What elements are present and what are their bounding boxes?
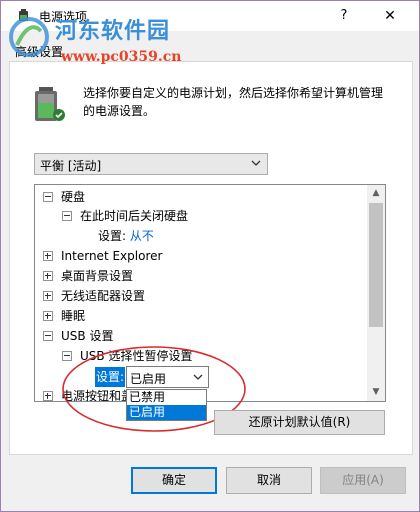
tree-item-label: USB 设置 [61,329,114,343]
cancel-button[interactable]: 取消 [226,467,312,494]
settings-tree[interactable]: 硬盘 在此时间后关闭硬盘 设置: 从不 Internet Explorer 桌面… [34,184,386,402]
tree-item-wireless-adapter[interactable]: 无线适配器设置 [43,286,145,306]
help-button[interactable]: ? [332,6,356,26]
power-plan-select[interactable]: 平衡 [活动] [34,153,268,175]
scroll-down-icon[interactable]: ▼ [367,384,385,401]
restore-defaults-button[interactable]: 还原计划默认值(R) [214,410,385,435]
dropdown-option-enabled[interactable]: 已启用 [127,405,206,420]
setting-label: 设置: [98,229,127,243]
expand-icon[interactable] [43,390,53,401]
tree-item-label: Internet Explorer [61,249,163,263]
setting-value-link[interactable]: 从不 [130,229,154,243]
collapse-icon[interactable] [62,210,72,221]
power-options-icon [19,9,28,21]
usb-setting-dropdown: 已禁用 已启用 [126,389,207,421]
tree-item-turn-off-disk[interactable]: 在此时间后关闭硬盘 [62,206,188,226]
tree-item-hard-disk[interactable]: 硬盘 [43,187,85,207]
chevron-down-icon [251,160,261,166]
tree-item-label: 硬盘 [61,190,86,204]
collapse-icon[interactable] [43,330,53,341]
battery-icon [35,87,65,121]
tree-item-label: 无线适配器设置 [61,289,146,303]
tree-item-internet-explorer[interactable]: Internet Explorer [43,246,162,266]
tree-item-usb-selective-suspend[interactable]: USB 选择性暂停设置 [62,346,192,366]
collapse-icon[interactable] [62,350,72,361]
tree-item-desktop-background[interactable]: 桌面背景设置 [43,266,133,286]
expand-icon[interactable] [43,270,53,281]
tree-item-label: 在此时间后关闭硬盘 [80,209,189,223]
collapse-icon[interactable] [43,191,53,202]
tree-item-sleep[interactable]: 睡眠 [43,306,85,326]
tab-advanced-settings[interactable]: 高级设置 [15,43,63,60]
ok-button[interactable]: 确定 [131,467,217,494]
usb-setting-label: 设置: [95,367,125,387]
tree-item-label: 电源按钮和盖 [61,389,134,402]
tree-item-usb-settings[interactable]: USB 设置 [43,326,113,346]
expand-icon[interactable] [43,310,53,321]
description-text: 选择你要自定义的电源计划，然后选择你希望计算机管理的电源设置。 [83,86,384,118]
title-bar[interactable]: 电源选项 ? ✕ [1,1,419,31]
tree-item-disk-setting: 设置: 从不 [98,226,154,246]
scroll-thumb[interactable] [369,203,383,327]
chevron-down-icon [193,374,203,380]
expand-icon[interactable] [43,250,53,261]
power-plan-value: 平衡 [活动] [40,159,102,173]
dropdown-option-disabled[interactable]: 已禁用 [127,390,206,405]
scroll-up-icon[interactable]: ▲ [367,185,385,202]
tree-item-label: USB 选择性暂停设置 [80,349,193,363]
window-title: 电源选项 [39,10,88,24]
tree-item-label: 睡眠 [61,309,86,323]
power-options-dialog: 电源选项 ? ✕ 高级设置 选择你要自定义的电源计划，然后选择你希望计算机管理的… [0,0,420,512]
apply-button[interactable]: 应用(A) [320,467,406,494]
expand-icon[interactable] [43,290,53,301]
tree-item-label: 桌面背景设置 [61,269,134,283]
usb-setting-value: 已启用 [130,372,167,386]
usb-setting-select[interactable]: 已启用 [126,366,209,388]
close-button[interactable]: ✕ [378,6,402,26]
tree-item-power-buttons[interactable]: 电源按钮和盖 [43,386,134,402]
tree-scrollbar[interactable]: ▲ ▼ [367,185,385,401]
